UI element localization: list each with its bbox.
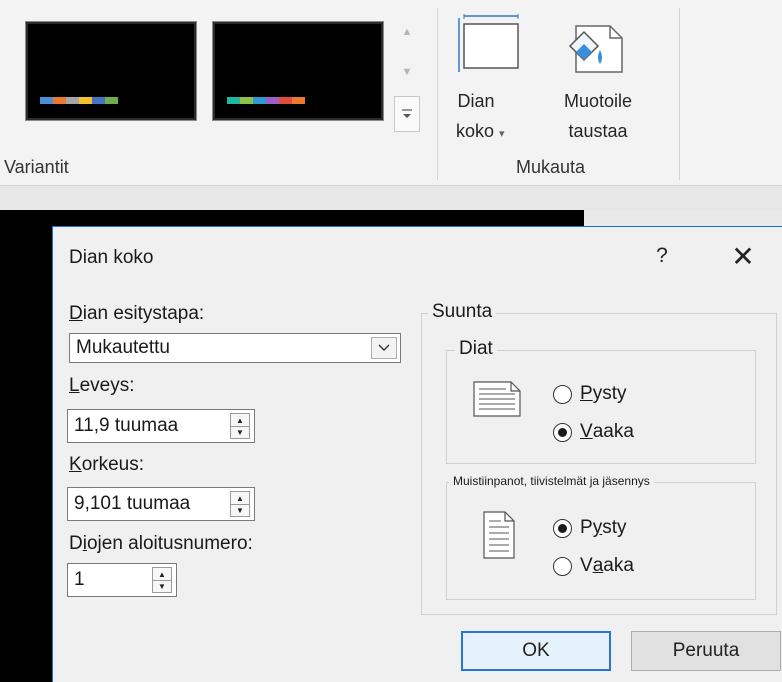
notes-orientation-group: Muistiinpanot, tiivistelmät ja jäsennys … [446,474,756,600]
theme-variant-1[interactable] [25,21,197,121]
height-value: 9,101 tuumaa [74,493,191,514]
landscape-page-icon [473,381,521,417]
slide-format-value: Mukautettu [76,337,170,358]
ribbon-separator [437,8,438,180]
slide-size-label-1: Dian [457,91,495,111]
variant-color-swatch [105,97,118,104]
theme-variant-2[interactable] [212,21,384,121]
format-background-button[interactable]: Muotoile taustaa [548,8,648,148]
slides-orientation-group: Diat Pysty Vaaka [446,338,756,464]
radio-circle [553,384,572,404]
radio-circle-selected [553,518,572,538]
variant-color-swatch [53,97,66,104]
stepper-down-icon[interactable]: ▼ [231,426,249,438]
width-input[interactable]: 11,9 tuumaa ▲ ▼ [67,409,255,443]
radio-circle-selected [553,422,572,442]
group-label-variants: Variantit [4,157,69,177]
cancel-button[interactable]: Peruuta [631,631,781,671]
slide-format-label: Dian esitystapa: [69,303,205,324]
slide-size-icon [458,14,519,72]
slide-format-select[interactable]: Mukautettu [69,333,401,363]
slides-landscape-radio[interactable]: Vaaka [553,421,634,443]
variant-color-bars [227,97,305,104]
variant-color-swatch [66,97,79,104]
variant-color-swatch [92,97,105,104]
width-stepper[interactable]: ▲ ▼ [230,413,250,439]
orientation-group: Suunta Diat Pysty Vaaka Muistiinpanot, t [421,301,777,615]
dropdown-caret-icon: ▾ [499,128,505,140]
close-icon[interactable]: ✕ [723,239,763,273]
format-background-label-2: taustaa [568,121,628,141]
format-background-icon [568,25,623,73]
variant-color-swatch [240,97,253,104]
start-number-label: Diojen aloitusnumero: [69,533,253,554]
slide-size-button[interactable]: Dian koko ▾ [452,8,530,148]
variant-color-swatch [227,97,240,104]
help-icon[interactable]: ? [647,241,677,271]
gallery-more-icon[interactable] [394,96,420,132]
notes-group-title: Muistiinpanot, tiivistelmät ja jäsennys [449,474,654,488]
ribbon: ▲ ▼ Variantit Dian koko ▾ Muotoile taust… [0,0,782,185]
ok-button[interactable]: OK [461,631,611,671]
start-number-stepper[interactable]: ▲ ▼ [152,567,172,593]
group-label-customize: Mukauta [516,157,586,177]
radio-circle [553,556,572,576]
height-stepper[interactable]: ▲ ▼ [230,491,250,517]
gallery-up-icon[interactable]: ▲ [394,14,420,50]
chevron-down-icon[interactable] [371,337,397,359]
stepper-down-icon[interactable]: ▼ [231,504,249,516]
format-background-label-1: Muotoile [563,91,633,111]
ribbon-separator [679,8,680,180]
slides-portrait-radio[interactable]: Pysty [553,383,626,405]
notes-portrait-radio[interactable]: Py sty [553,517,626,539]
variant-color-swatch [253,97,266,104]
gallery-down-icon[interactable]: ▼ [394,54,420,90]
start-number-input[interactable]: 1 ▲ ▼ [67,563,177,597]
workspace-background [0,186,782,210]
notes-landscape-radio[interactable]: Va aka [553,555,634,577]
variant-color-swatch [40,97,53,104]
slide-size-label-2: koko ▾ [456,121,505,141]
variant-color-swatch [279,97,292,104]
variant-color-swatch [79,97,92,104]
stepper-down-icon[interactable]: ▼ [153,580,171,592]
width-label: Leveys: [69,375,135,396]
gallery-scroller: ▲ ▼ [394,14,420,132]
slide-size-dialog: Dian koko ? ✕ Dian esitystapa: Mukautett… [52,226,782,682]
dialog-title: Dian koko [69,247,154,268]
start-number-value: 1 [74,569,85,590]
variant-color-swatch [266,97,279,104]
height-label: Korkeus: [69,454,144,475]
portrait-page-icon [483,511,515,559]
height-input[interactable]: 9,101 tuumaa ▲ ▼ [67,487,255,521]
slides-group-title: Diat [455,338,497,360]
orientation-title: Suunta [428,301,497,323]
width-value: 11,9 tuumaa [74,415,179,436]
variant-color-swatch [292,97,305,104]
variant-color-bars [40,97,118,104]
